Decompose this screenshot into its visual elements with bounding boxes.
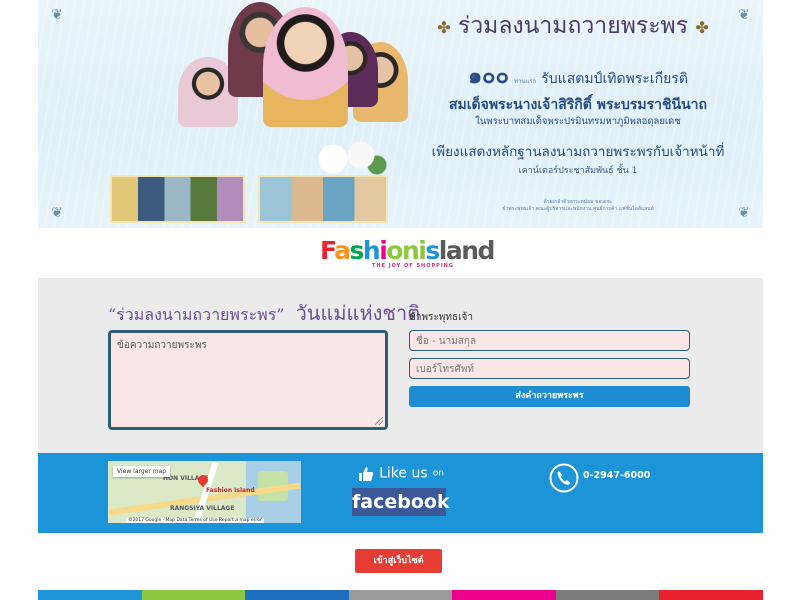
enter-website-button[interactable]: เข้าสู่เว็บไซต์ bbox=[355, 549, 442, 573]
like-us-label: Like us on bbox=[358, 463, 444, 482]
name-placeholder: ชื่อ - นามสกุล bbox=[416, 336, 477, 347]
form-title-quote: “ร่วมลงนามถวายพระพร” bbox=[108, 305, 285, 324]
stripe-segment bbox=[348, 590, 453, 600]
ornament-icon: ✤ bbox=[695, 18, 709, 37]
signer-label: ข้าพระพุทธเจ้า bbox=[409, 312, 473, 323]
banner-footnote-line: ด้วยเกล้าด้วยกระหม่อม ขอเดชะ bbox=[543, 199, 613, 205]
photo-strip-image bbox=[258, 175, 388, 223]
logo-letter: n bbox=[401, 236, 420, 265]
ornament-icon: ❦ bbox=[738, 205, 750, 221]
logo-letter: l bbox=[438, 236, 448, 265]
ornament-icon: ❦ bbox=[51, 7, 63, 23]
banner-number: ๑๐๐ bbox=[468, 63, 509, 89]
logo-tagline: THE JOY OF SHOPPING bbox=[372, 263, 454, 269]
banner-queen-name: สมเด็จพระนางเจ้าสิริกิติ์ พระบรมราชินีนา… bbox=[448, 97, 707, 113]
logo-letter: o bbox=[386, 236, 403, 265]
facebook-link[interactable]: facebook bbox=[352, 488, 450, 516]
banner-title: ✤ ร่วมลงนามถวายพระพร ✤ bbox=[393, 8, 753, 44]
stripe-segment bbox=[555, 590, 660, 600]
ornament-icon: ❦ bbox=[51, 205, 63, 221]
phone-placeholder: เบอร์โทรศัพท์ bbox=[416, 364, 475, 375]
phone-input[interactable]: เบอร์โทรศัพท์ bbox=[409, 358, 690, 379]
campaign-banner: ❦ ❦ ❦ ❦ ✤ ร่วมลงนามถวายพระพร ✤ ๑๐๐ ท่านแ… bbox=[38, 0, 763, 228]
banner-instruction: เพียงแสดงหลักฐานลงนามถวายพระพรกับเจ้าหน้… bbox=[431, 144, 725, 160]
fashion-island-logo[interactable]: Fashionisland THE JOY OF SHOPPING bbox=[320, 236, 495, 273]
google-map[interactable]: HON VILLAGE RANGSIYA VILLAGE Fashion Isl… bbox=[108, 461, 301, 523]
thumbs-up-icon bbox=[359, 466, 374, 481]
phone-icon bbox=[549, 463, 579, 493]
banner-counter: เคาน์เตอร์ประชาสัมพันธ์ ชั้น 1 bbox=[518, 166, 638, 176]
logo-letter: s bbox=[349, 236, 365, 265]
banner-footnote: ด้วยเกล้าด้วยกระหม่อม ขอเดชะ ข้าพระพุทธเ… bbox=[428, 199, 728, 213]
logo-letter: a bbox=[334, 236, 351, 265]
submit-blessing-button[interactable]: ส่งคำถวายพระพร bbox=[409, 386, 690, 407]
logo-wordmark: Fashionisland bbox=[320, 236, 495, 265]
form-title-main: วันแม่แห่งชาติ bbox=[295, 301, 421, 325]
stripe-segment bbox=[245, 590, 349, 600]
logo-letter: F bbox=[320, 236, 336, 265]
logo-letter: a bbox=[445, 236, 463, 265]
ornament-icon: ✤ bbox=[437, 18, 451, 37]
stripe-segment bbox=[452, 590, 556, 600]
resize-handle-icon[interactable] bbox=[375, 417, 383, 425]
page: ❦ ❦ ❦ ❦ ✤ ร่วมลงนามถวายพระพร ✤ ๑๐๐ ท่านแ… bbox=[0, 0, 800, 600]
banner-offer: ๑๐๐ ท่านแรก รับแสตมป์เทิดพระเกียรติ bbox=[428, 58, 728, 93]
map-area-label: RANGSIYA VILLAGE bbox=[170, 505, 235, 512]
contact-band: HON VILLAGE RANGSIYA VILLAGE Fashion Isl… bbox=[38, 453, 763, 533]
form-title: “ร่วมลงนามถวายพระพร” วันแม่แห่งชาติ bbox=[108, 297, 420, 329]
like-on-text: on bbox=[432, 468, 444, 479]
map-pin-label: Fashion Island bbox=[206, 487, 255, 494]
stripe-segment bbox=[659, 590, 764, 600]
stripe-segment bbox=[38, 590, 142, 600]
banner-queen-subtitle: ในพระบาทสมเด็จพระปรมินทรมหาภูมิพลอดุลยเด… bbox=[475, 116, 681, 127]
stripe-segment bbox=[141, 590, 246, 600]
view-larger-map-link[interactable]: View larger map bbox=[113, 466, 171, 477]
map-attribution[interactable]: ©2017 Google · Map Data Terms of Use Rep… bbox=[126, 518, 264, 523]
logo-letter: h bbox=[362, 236, 381, 265]
banner-number-note: ท่านแรก bbox=[514, 78, 537, 85]
name-input[interactable]: ชื่อ - นามสกุล bbox=[409, 330, 690, 351]
signature-form: “ร่วมลงนามถวายพระพร” วันแม่แห่งชาติ ข้อค… bbox=[38, 278, 763, 453]
logo-letter: d bbox=[477, 236, 496, 265]
banner-title-text: ร่วมลงนามถวายพระพร bbox=[457, 13, 689, 39]
logo-letter: n bbox=[461, 236, 479, 265]
banner-offer-text: รับแสตมป์เทิดพระเกียรติ bbox=[541, 71, 688, 87]
phone-number[interactable]: 0-2947-6000 bbox=[583, 470, 650, 481]
royal-portraits-image bbox=[138, 2, 408, 177]
blessing-message-textarea[interactable]: ข้อความถวายพระพร bbox=[108, 330, 388, 430]
like-us-text: Like us bbox=[379, 465, 428, 482]
logo-letter: s bbox=[425, 236, 440, 265]
photo-strip-image bbox=[110, 175, 245, 223]
banner-footnote-line: ข้าพระพุทธเจ้า คณะผู้บริหารและพนักงาน ศู… bbox=[502, 206, 654, 212]
color-stripe bbox=[38, 590, 764, 600]
message-placeholder: ข้อความถวายพระพร bbox=[117, 340, 207, 351]
